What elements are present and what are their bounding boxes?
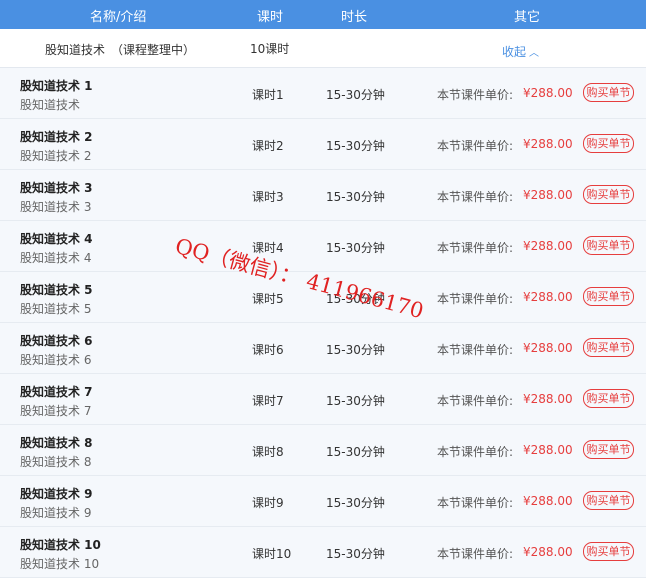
price-value: ¥288.00 <box>523 545 573 559</box>
lesson-subtitle: 股知道技术 8 <box>20 455 92 469</box>
lesson-duration: 15-30分钟 <box>326 343 385 357</box>
price-value: ¥288.00 <box>523 392 573 406</box>
header-other: 其它 <box>514 10 541 25</box>
price-value: ¥288.00 <box>523 341 573 355</box>
price-value: ¥288.00 <box>523 86 573 100</box>
lesson-title: 股知道技术 1 <box>20 79 93 93</box>
lesson-duration: 15-30分钟 <box>326 292 385 306</box>
header-hours: 课时 <box>257 10 284 25</box>
buy-single-button[interactable]: 购买单节 <box>583 542 634 561</box>
lesson-title: 股知道技术 2 <box>20 130 93 144</box>
lesson-duration: 15-30分钟 <box>326 190 385 204</box>
buy-single-button[interactable]: 购买单节 <box>583 338 634 357</box>
chevron-up-icon: ︿ <box>529 48 540 59</box>
lesson-duration: 15-30分钟 <box>326 496 385 510</box>
lesson-duration: 15-30分钟 <box>326 88 385 102</box>
lesson-number: 课时7 <box>252 394 284 408</box>
price-label: 本节课件单价: <box>437 394 514 408</box>
buy-single-button[interactable]: 购买单节 <box>583 389 634 408</box>
lesson-number: 课时8 <box>252 445 284 459</box>
lesson-subtitle: 股知道技术 4 <box>20 251 92 265</box>
buy-single-button[interactable]: 购买单节 <box>583 440 634 459</box>
price-value: ¥288.00 <box>523 494 573 508</box>
lesson-number: 课时6 <box>252 343 284 357</box>
lesson-title: 股知道技术 8 <box>20 436 93 450</box>
lesson-subtitle: 股知道技术 <box>20 98 81 112</box>
table-row: 股知道技术 2 股知道技术 2 课时2 15-30分钟 本节课件单价: ¥288.00 购买… <box>0 119 646 170</box>
lesson-title: 股知道技术 7 <box>20 385 93 399</box>
table-row: 股知道技术 6 股知道技术 6 课时6 15-30分钟 本节课件单价: ¥288.00 购买… <box>0 323 646 374</box>
lesson-title: 股知道技术 10 <box>20 538 101 552</box>
lesson-duration: 15-30分钟 <box>326 547 385 561</box>
buy-single-button[interactable]: 购买单节 <box>583 236 634 255</box>
lesson-title: 股知道技术 6 <box>20 334 93 348</box>
table-row: 股知道技术 9 股知道技术 9 课时9 15-30分钟 本节课件单价: ¥288.00 购买… <box>0 476 646 527</box>
course-summary-row: 股知道技术 （课程整理中） 10课时 收起 ︿ <box>0 29 646 68</box>
course-name: 股知道技术 （课程整理中） <box>45 43 196 57</box>
lesson-number: 课时5 <box>252 292 284 306</box>
price-label: 本节课件单价: <box>437 139 514 153</box>
table-header: 名称/介绍 课时 时长 其它 <box>0 0 646 29</box>
table-row: 股知道技术 4 股知道技术 4 课时4 15-30分钟 本节课件单价: ¥288.00 购买… <box>0 221 646 272</box>
price-label: 本节课件单价: <box>437 343 514 357</box>
lesson-duration: 15-30分钟 <box>326 139 385 153</box>
lesson-subtitle: 股知道技术 7 <box>20 404 92 418</box>
price-label: 本节课件单价: <box>437 241 514 255</box>
lesson-subtitle: 股知道技术 2 <box>20 149 92 163</box>
price-label: 本节课件单价: <box>437 547 514 561</box>
collapse-button[interactable]: 收起 ︿ <box>502 43 539 60</box>
course-hours: 10课时 <box>250 42 290 56</box>
price-value: ¥288.00 <box>523 188 573 202</box>
lesson-number: 课时3 <box>252 190 284 204</box>
lesson-subtitle: 股知道技术 3 <box>20 200 92 214</box>
lesson-duration: 15-30分钟 <box>326 394 385 408</box>
table-row: 股知道技术 5 股知道技术 5 课时5 15-30分钟 本节课件单价: ¥288.00 购买… <box>0 272 646 323</box>
price-label: 本节课件单价: <box>437 190 514 204</box>
lesson-subtitle: 股知道技术 5 <box>20 302 92 316</box>
lesson-subtitle: 股知道技术 10 <box>20 557 100 571</box>
buy-single-button[interactable]: 购买单节 <box>583 491 634 510</box>
buy-single-button[interactable]: 购买单节 <box>583 287 634 306</box>
price-label: 本节课件单价: <box>437 292 514 306</box>
table-row: 股知道技术 1 股知道技术 课时1 15-30分钟 本节课件单价: ¥288.00 购买单节 <box>0 68 646 119</box>
lesson-number: 课时1 <box>252 88 284 102</box>
price-label: 本节课件单价: <box>437 496 514 510</box>
lesson-list: 股知道技术 1 股知道技术 课时1 15-30分钟 本节课件单价: ¥288.00 购买单节… <box>0 68 646 578</box>
lesson-number: 课时10 <box>252 547 292 561</box>
table-row: 股知道技术 10 股知道技术 10 课时10 15-30分钟 本节课件单价: ¥288.0… <box>0 527 646 578</box>
price-label: 本节课件单价: <box>437 445 514 459</box>
price-value: ¥288.00 <box>523 239 573 253</box>
lesson-number: 课时9 <box>252 496 284 510</box>
buy-single-button[interactable]: 购买单节 <box>583 134 634 153</box>
lesson-number: 课时4 <box>252 241 284 255</box>
lesson-subtitle: 股知道技术 6 <box>20 353 92 367</box>
lesson-number: 课时2 <box>252 139 284 153</box>
lesson-duration: 15-30分钟 <box>326 241 385 255</box>
buy-single-button[interactable]: 购买单节 <box>583 83 634 102</box>
header-name: 名称/介绍 <box>90 10 147 25</box>
price-value: ¥288.00 <box>523 137 573 151</box>
header-duration: 时长 <box>341 10 368 25</box>
lesson-title: 股知道技术 9 <box>20 487 93 501</box>
collapse-label: 收起 <box>502 45 527 59</box>
price-value: ¥288.00 <box>523 443 573 457</box>
table-row: 股知道技术 7 股知道技术 7 课时7 15-30分钟 本节课件单价: ¥288.00 购买… <box>0 374 646 425</box>
table-row: 股知道技术 3 股知道技术 3 课时3 15-30分钟 本节课件单价: ¥288.00 购买… <box>0 170 646 221</box>
price-label: 本节课件单价: <box>437 88 514 102</box>
lesson-subtitle: 股知道技术 9 <box>20 506 92 520</box>
table-row: 股知道技术 8 股知道技术 8 课时8 15-30分钟 本节课件单价: ¥288.00 购买… <box>0 425 646 476</box>
buy-single-button[interactable]: 购买单节 <box>583 185 634 204</box>
lesson-title: 股知道技术 5 <box>20 283 93 297</box>
lesson-title: 股知道技术 4 <box>20 232 93 246</box>
lesson-duration: 15-30分钟 <box>326 445 385 459</box>
price-value: ¥288.00 <box>523 290 573 304</box>
lesson-title: 股知道技术 3 <box>20 181 93 195</box>
